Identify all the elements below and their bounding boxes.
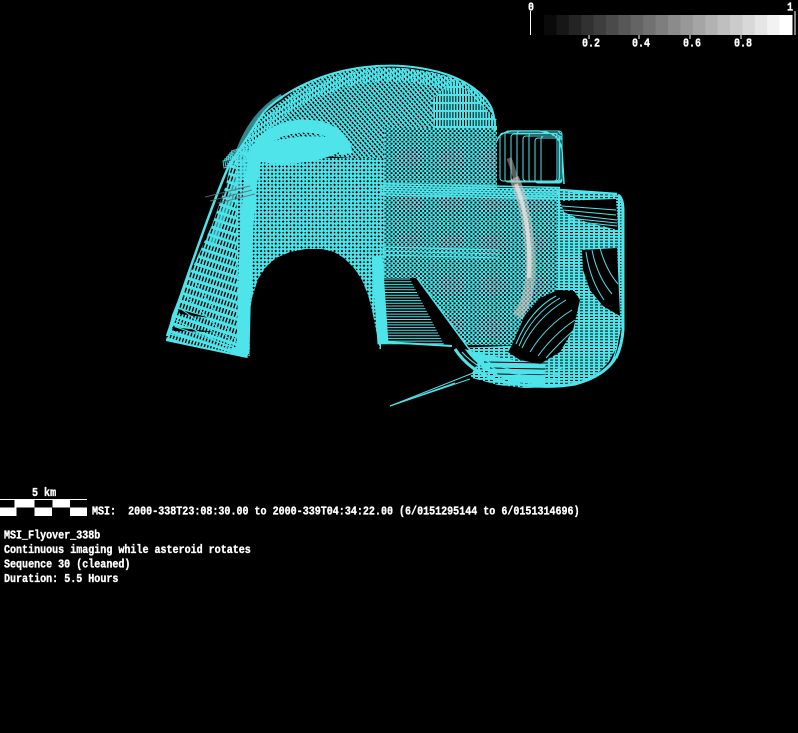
svg-text:Continuous imaging while aster: Continuous imaging while asteroid rotate… <box>4 543 251 557</box>
svg-text:0.8: 0.8 <box>734 37 752 51</box>
svg-text:0: 0 <box>528 1 534 15</box>
svg-text:0.2: 0.2 <box>582 37 600 51</box>
svg-text:5 km: 5 km <box>32 486 56 500</box>
svg-text:0.4: 0.4 <box>632 37 650 51</box>
svg-text:Duration: 5.5 Hours: Duration: 5.5 Hours <box>4 572 118 586</box>
svg-text:MSI_Flyover_338b: MSI_Flyover_338b <box>4 529 100 543</box>
svg-text:0.6: 0.6 <box>683 37 701 51</box>
svg-text:Sequence 30 (cleaned): Sequence 30 (cleaned) <box>4 558 130 572</box>
svg-text:MSI: 2000-338T23:08:30.00 to: MSI: 2000-338T23:08:30.00 to 2000-339T04… <box>92 505 580 519</box>
svg-text:1: 1 <box>787 1 793 15</box>
